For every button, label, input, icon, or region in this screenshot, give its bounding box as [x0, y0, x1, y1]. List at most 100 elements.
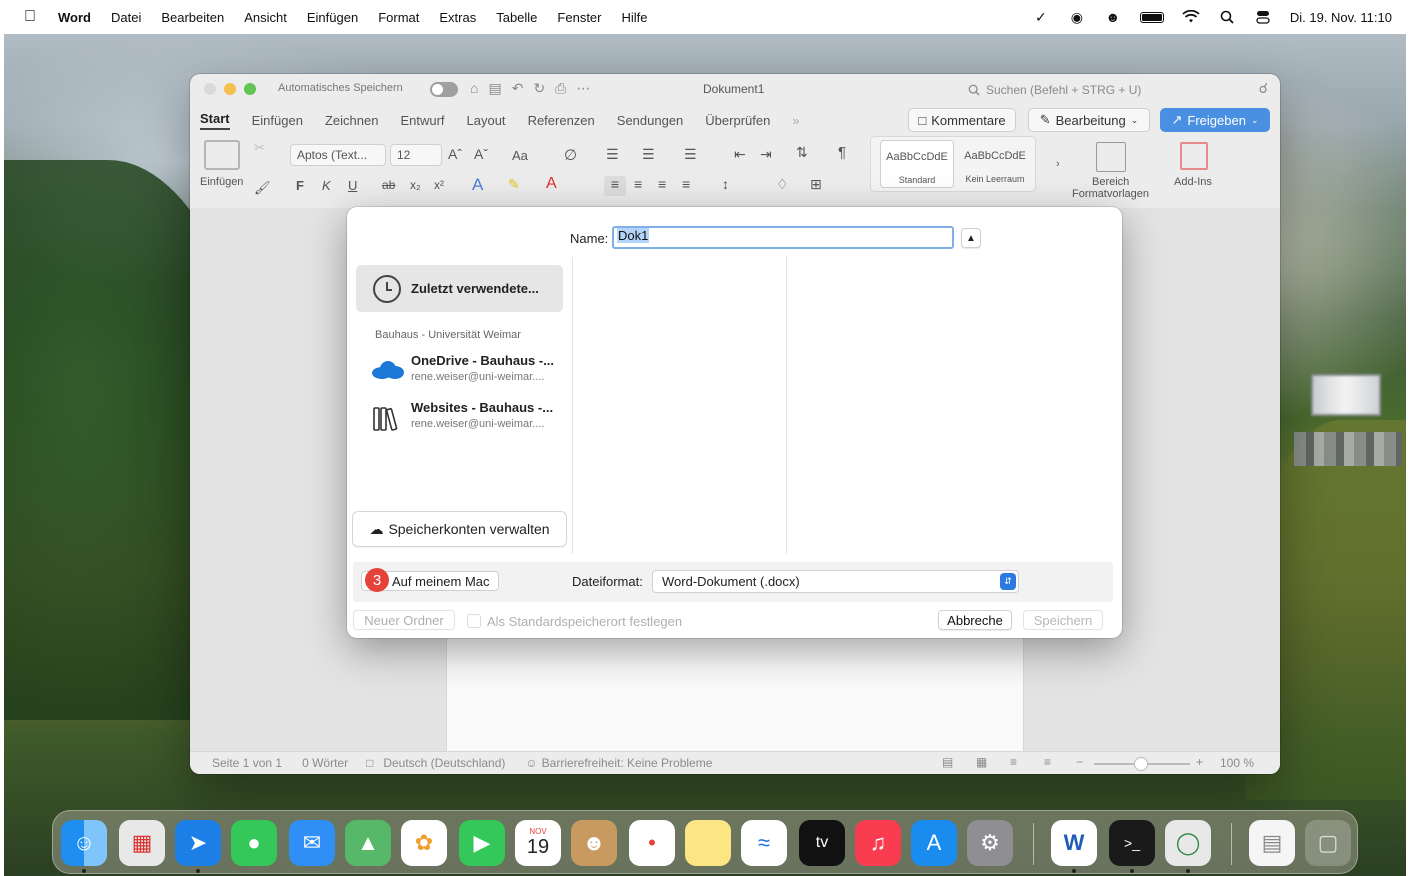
tab-entwurf[interactable]: Entwurf: [400, 113, 444, 128]
bullets-icon[interactable]: ☰: [606, 146, 619, 163]
menu-extras[interactable]: Extras: [439, 10, 476, 25]
tab-referenzen[interactable]: Referenzen: [528, 113, 595, 128]
column-divider[interactable]: [572, 257, 573, 554]
system-settings-icon[interactable]: ⚙: [967, 820, 1013, 866]
save-icon[interactable]: ▤: [488, 80, 501, 97]
decrease-indent-icon[interactable]: ⇤: [734, 146, 746, 163]
sidebar-item-onedrive[interactable]: OneDrive - Bauhaus -... rene.weiser@uni-…: [356, 351, 563, 391]
checkmark-circle-icon[interactable]: ✓: [1032, 8, 1050, 26]
menu-einfuegen[interactable]: Einfügen: [307, 10, 358, 25]
zoom-level[interactable]: 100 %: [1220, 756, 1254, 770]
print-icon[interactable]: ⎙: [555, 80, 566, 97]
highlight-icon[interactable]: ✎: [508, 176, 520, 193]
word-app-icon[interactable]: W: [1051, 820, 1097, 866]
align-right-icon[interactable]: ≡: [658, 176, 666, 192]
manage-storage-accounts-button[interactable]: ☁ Speicherkonten verwalten: [352, 511, 567, 547]
mail-icon[interactable]: ✉: [289, 820, 335, 866]
bold-button[interactable]: F: [296, 178, 304, 193]
font-name-select[interactable]: Aptos (Text...: [290, 144, 386, 166]
finder-icon[interactable]: ☺: [61, 820, 107, 866]
align-left-icon[interactable]: ≡: [604, 176, 626, 196]
print-layout-icon[interactable]: ▤: [942, 755, 953, 769]
italic-button[interactable]: K: [322, 178, 331, 193]
calendar-icon[interactable]: NOV 19: [515, 820, 561, 866]
styles-pane-icon[interactable]: [1096, 142, 1126, 172]
style-standard[interactable]: AaBbCcDdE Standard: [880, 140, 954, 188]
tab-einfuegen[interactable]: Einfügen: [252, 113, 303, 128]
shrink-font-button[interactable]: Aˇ: [474, 146, 488, 162]
freeform-icon[interactable]: ≈: [741, 820, 787, 866]
minimize-window-button[interactable]: [224, 83, 236, 95]
user-account-icon[interactable]: ☻: [1104, 8, 1122, 26]
safari-icon[interactable]: ➤: [175, 820, 221, 866]
web-layout-icon[interactable]: ▦: [976, 755, 987, 769]
launchpad-icon[interactable]: ▦: [119, 820, 165, 866]
menu-hilfe[interactable]: Hilfe: [622, 10, 648, 25]
multilevel-list-icon[interactable]: ☰: [684, 146, 697, 163]
new-folder-button[interactable]: Neuer Ordner: [353, 610, 455, 630]
close-window-button[interactable]: [204, 83, 216, 95]
document-stack-icon[interactable]: ▤: [1249, 820, 1295, 866]
status-language[interactable]: Deutsch (Deutschland): [383, 756, 505, 770]
change-case-button[interactable]: Aa: [512, 148, 528, 163]
desktop-file-icon[interactable]: [1311, 374, 1381, 416]
subscript-button[interactable]: x₂: [410, 178, 421, 192]
tab-layout[interactable]: Layout: [467, 113, 506, 128]
zoom-slider-handle[interactable]: [1134, 757, 1148, 771]
account-icon[interactable]: ☌: [1259, 80, 1268, 97]
filename-input[interactable]: Dok1: [612, 226, 954, 249]
status-word-count[interactable]: 0 Wörter: [302, 756, 348, 770]
status-page-count[interactable]: Seite 1 von 1: [212, 756, 282, 770]
focus-view-icon[interactable]: ≡: [1044, 755, 1051, 769]
keepassxc-icon[interactable]: ◯: [1165, 820, 1211, 866]
menu-ansicht[interactable]: Ansicht: [244, 10, 287, 25]
tab-ueberpruefen[interactable]: Überprüfen: [705, 113, 770, 128]
outline-view-icon[interactable]: ≡: [1010, 755, 1017, 769]
borders-icon[interactable]: ⊞: [810, 176, 822, 193]
pilcrow-icon[interactable]: ¶: [838, 144, 846, 161]
facetime-icon[interactable]: ▶: [459, 820, 505, 866]
music-icon[interactable]: ♫: [855, 820, 901, 866]
terminal-icon[interactable]: >_: [1109, 820, 1155, 866]
undo-icon[interactable]: ↶: [512, 80, 524, 97]
cancel-button[interactable]: Abbreche: [938, 610, 1012, 630]
comments-button[interactable]: □ Kommentare: [908, 108, 1016, 132]
tab-sendungen[interactable]: Sendungen: [617, 113, 684, 128]
spotlight-search-icon[interactable]: [1218, 8, 1236, 26]
sidebar-item-recent[interactable]: Zuletzt verwendete...: [356, 265, 563, 312]
proofing-icon[interactable]: □: [366, 756, 373, 770]
sort-icon[interactable]: ⇅: [796, 144, 808, 161]
font-color-icon[interactable]: A: [546, 175, 557, 193]
photos-icon[interactable]: ✿: [401, 820, 447, 866]
addins-icon[interactable]: [1180, 142, 1208, 170]
shading-icon[interactable]: ♢: [776, 176, 789, 193]
paste-icon[interactable]: [204, 140, 240, 170]
tab-start[interactable]: Start: [200, 111, 230, 130]
maps-icon[interactable]: ▲: [345, 820, 391, 866]
editing-mode-button[interactable]: ✎ Bearbeitung ⌄: [1028, 108, 1150, 132]
increase-indent-icon[interactable]: ⇥: [760, 146, 772, 163]
collapse-dialog-button[interactable]: ▲: [961, 228, 981, 248]
styles-gallery-more-icon[interactable]: ›: [1056, 158, 1060, 170]
grow-font-button[interactable]: Aˆ: [448, 146, 462, 162]
style-kein-leerraum[interactable]: AaBbCcDdE Kein Leerraum: [958, 140, 1032, 188]
sidebar-item-websites[interactable]: Websites - Bauhaus -... rene.weiser@uni-…: [356, 398, 563, 438]
wifi-icon[interactable]: [1182, 8, 1200, 26]
column-divider[interactable]: [786, 257, 787, 554]
zoom-in-button[interactable]: +: [1196, 755, 1203, 769]
menu-fenster[interactable]: Fenster: [557, 10, 601, 25]
menu-format[interactable]: Format: [378, 10, 419, 25]
clear-format-icon[interactable]: ∅: [564, 146, 577, 164]
autosave-toggle[interactable]: [430, 82, 458, 97]
apple-tv-icon[interactable]: tv: [799, 820, 845, 866]
app-store-icon[interactable]: A: [911, 820, 957, 866]
trash-icon[interactable]: ▢: [1305, 820, 1351, 866]
save-button[interactable]: Speichern: [1023, 610, 1103, 630]
more-icon[interactable]: ⋯: [576, 80, 590, 97]
zoom-out-button[interactable]: −: [1076, 755, 1083, 769]
contacts-icon[interactable]: ☻: [571, 820, 617, 866]
menu-bearbeiten[interactable]: Bearbeiten: [161, 10, 224, 25]
align-center-icon[interactable]: ≡: [634, 176, 642, 192]
search-field[interactable]: Suchen (Befehl + STRG + U): [968, 80, 1248, 100]
maximize-window-button[interactable]: [244, 83, 256, 95]
